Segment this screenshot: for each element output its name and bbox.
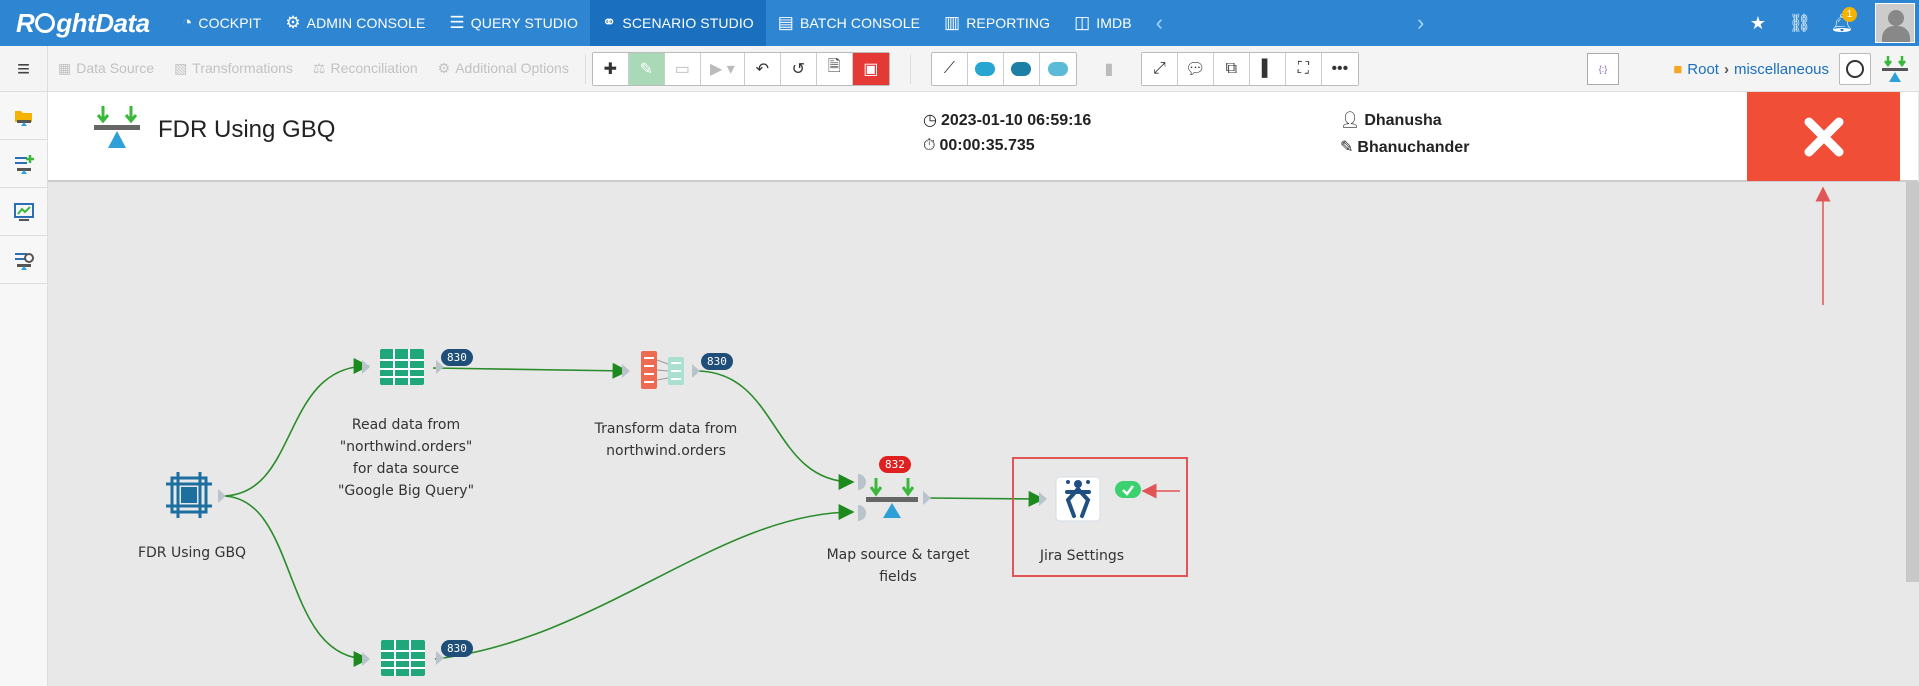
transform-node-label-line: Transform data from	[594, 421, 738, 437]
edge-read2-to-map	[434, 504, 855, 660]
source-node-label: FDR Using GBQ	[137, 545, 247, 561]
map-node-balance-icon[interactable]	[866, 478, 918, 518]
map-count-badge: 832	[879, 456, 911, 473]
read2-node-table-icon[interactable]	[381, 640, 425, 676]
read2-count-badge: 830	[441, 640, 473, 657]
transform-node-icon[interactable]	[641, 351, 684, 389]
read-node-label-line: for data source	[352, 461, 460, 477]
read-node-label-line: "Google Big Query"	[337, 483, 475, 499]
connector-stubs	[218, 360, 1047, 666]
transform-node-label: Transform data from northwind.orders	[580, 418, 752, 462]
edge-read-to-transform	[432, 362, 629, 379]
read-node-label-line: Read data from	[351, 417, 461, 433]
success-status-badge	[1115, 481, 1141, 498]
read-count-badge: 830	[441, 349, 473, 366]
source-node-icon[interactable]	[166, 472, 212, 518]
map-node-label: Map source & target fields	[808, 544, 988, 588]
map-node-label-line: fields	[879, 569, 917, 585]
map-node-label-line: Map source & target	[826, 547, 970, 563]
read-node-table-icon[interactable]	[380, 349, 424, 385]
read-node-label: Read data from "northwind.orders" for da…	[320, 414, 492, 502]
transform-node-label-line: northwind.orders	[606, 443, 726, 459]
read-node-label-line: "northwind.orders"	[339, 439, 473, 455]
jira-highlight-box	[1012, 457, 1188, 577]
check-icon	[1122, 484, 1134, 496]
edge-source-to-read2	[221, 495, 370, 667]
transform-count-badge: 830	[701, 353, 733, 370]
